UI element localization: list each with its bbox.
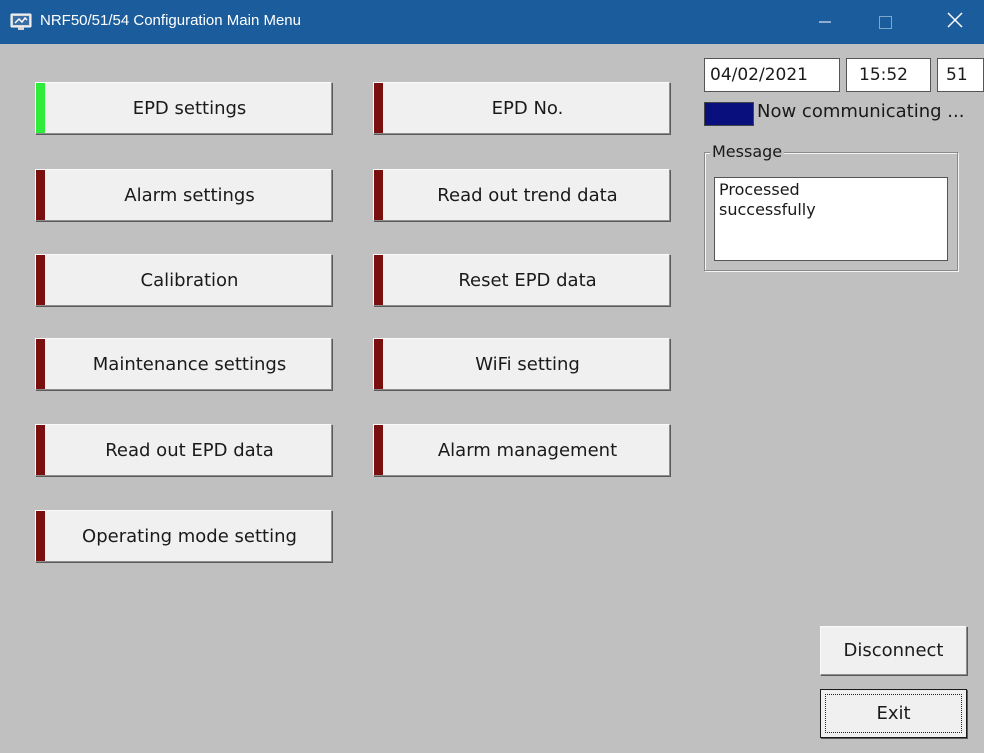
close-icon: [947, 12, 963, 32]
wifi-setting-button[interactable]: WiFi setting: [373, 338, 670, 390]
window-title: NRF50/51/54 Configuration Main Menu: [40, 12, 301, 29]
status-indicator: [374, 83, 383, 133]
status-indicator: [36, 170, 45, 220]
status-indicator: [36, 425, 45, 475]
message-group-label: Message: [710, 142, 785, 161]
focus-rectangle: [825, 694, 962, 733]
status-indicator: [36, 255, 45, 305]
disconnect-button[interactable]: Disconnect: [820, 626, 967, 675]
status-indicator: [36, 339, 45, 389]
calibration-button[interactable]: Calibration: [35, 254, 332, 306]
status-indicator-green: [36, 83, 45, 133]
status-indicator: [374, 170, 383, 220]
button-label: Disconnect: [843, 640, 944, 661]
button-label: Operating mode setting: [82, 525, 297, 547]
operating-mode-setting-button[interactable]: Operating mode setting: [35, 510, 332, 562]
time-field: 15:52: [846, 58, 931, 92]
maximize-icon: [878, 15, 892, 29]
read-out-trend-data-button[interactable]: Read out trend data: [373, 169, 670, 221]
button-label: Read out EPD data: [105, 439, 274, 461]
maximize-button[interactable]: [860, 0, 910, 44]
button-label: Maintenance settings: [92, 353, 287, 375]
message-text: Processed successfully: [714, 177, 948, 261]
communication-status-indicator: [704, 102, 754, 126]
status-indicator: [374, 425, 383, 475]
button-label: WiFi setting: [475, 353, 580, 375]
button-label: Read out trend data: [437, 184, 618, 206]
button-label: Alarm settings: [124, 184, 255, 206]
maintenance-settings-button[interactable]: Maintenance settings: [35, 338, 332, 390]
status-indicator: [36, 511, 45, 561]
date-field: 04/02/2021: [704, 58, 840, 92]
status-indicator: [374, 339, 383, 389]
epd-settings-button[interactable]: EPD settings: [35, 82, 332, 134]
seconds-field: 51: [937, 58, 984, 92]
main-menu-window: NRF50/51/54 Configuration Main Menu EPD …: [0, 0, 984, 753]
exit-button[interactable]: Exit: [820, 689, 967, 738]
status-indicator: [374, 255, 383, 305]
button-label: Alarm management: [437, 439, 618, 461]
alarm-settings-button[interactable]: Alarm settings: [35, 169, 332, 221]
title-bar[interactable]: NRF50/51/54 Configuration Main Menu: [0, 0, 984, 44]
minimize-icon: [819, 13, 831, 32]
reset-epd-data-button[interactable]: Reset EPD data: [373, 254, 670, 306]
app-window-icon: [10, 13, 32, 31]
epd-no-button[interactable]: EPD No.: [373, 82, 670, 134]
client-area: EPD settings Alarm settings Calibration …: [7, 44, 984, 753]
button-label: EPD No.: [491, 97, 564, 119]
button-label: Calibration: [140, 269, 239, 291]
communication-status-text: Now communicating ...: [757, 101, 965, 122]
read-out-epd-data-button[interactable]: Read out EPD data: [35, 424, 332, 476]
alarm-management-button[interactable]: Alarm management: [373, 424, 670, 476]
button-label: Reset EPD data: [458, 269, 597, 291]
minimize-button[interactable]: [800, 0, 850, 44]
button-label: EPD settings: [132, 97, 247, 119]
close-button[interactable]: [930, 0, 980, 44]
